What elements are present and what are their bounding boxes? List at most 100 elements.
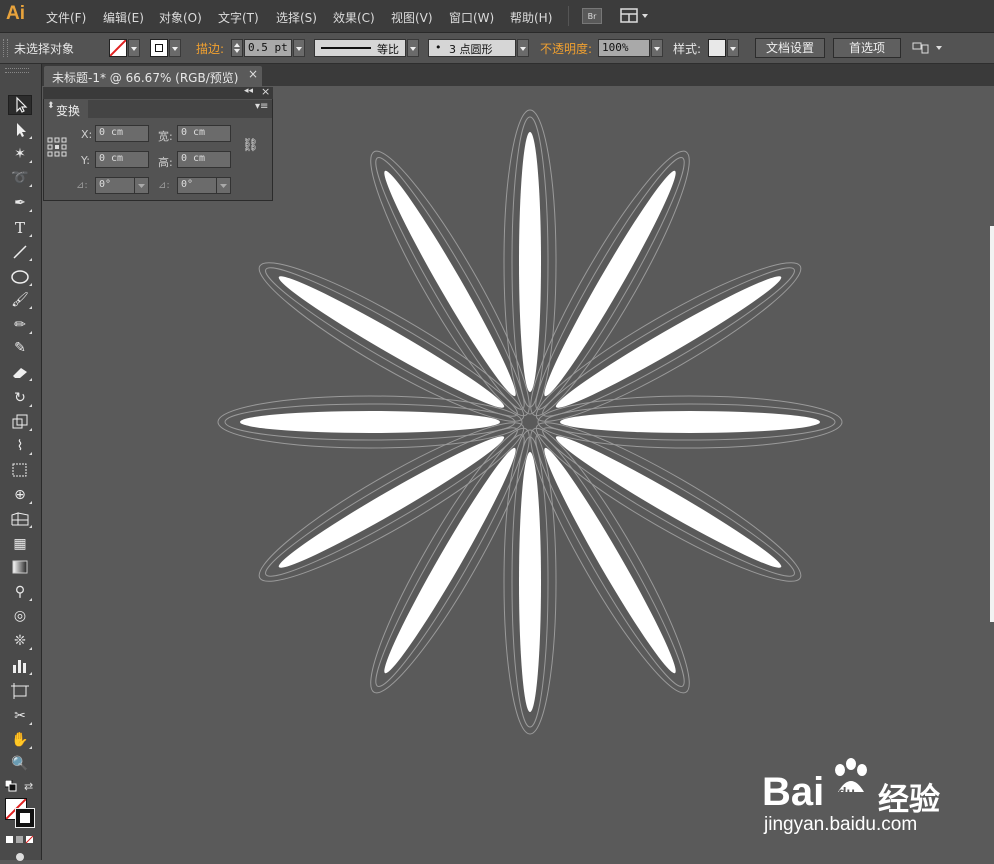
petal[interactable] <box>503 109 557 415</box>
stroke-weight-input[interactable]: 0.5 pt <box>244 39 292 57</box>
shape-builder-tool-icon[interactable]: ⊕ <box>8 485 32 505</box>
constrain-proportions-icon[interactable]: ⛓ <box>242 138 259 153</box>
line-segment-tool-icon[interactable] <box>8 242 32 262</box>
menu-help[interactable]: 帮助(H) <box>510 9 552 26</box>
stroke-label[interactable]: 描边: <box>196 40 224 57</box>
brush-definition[interactable]: • 3 点圆形 <box>428 39 516 57</box>
lasso-tool-icon[interactable]: ➰ <box>8 168 32 188</box>
rotate-input[interactable]: 0° <box>95 177 135 194</box>
petal[interactable] <box>351 139 548 428</box>
flower-artwork[interactable] <box>217 109 843 735</box>
width-input[interactable]: 0 cm <box>177 125 231 142</box>
magic-wand-tool-icon[interactable]: ✶ <box>8 144 32 164</box>
eraser-tool-icon[interactable] <box>8 362 32 382</box>
menu-view[interactable]: 视图(V) <box>391 9 433 26</box>
stroke-swatch[interactable] <box>150 39 168 57</box>
default-colors-icon[interactable] <box>4 779 17 792</box>
draw-mode-icon[interactable] <box>14 850 26 861</box>
tools-panel-grip[interactable] <box>5 68 29 73</box>
transform-panel-titlebar[interactable] <box>43 87 273 99</box>
pencil-tool-icon[interactable]: ✏ <box>8 315 32 335</box>
shear-input[interactable]: 0° <box>177 177 217 194</box>
petal[interactable] <box>247 243 536 440</box>
menu-object[interactable]: 对象(O) <box>159 9 202 26</box>
profile-dropdown[interactable] <box>407 39 419 57</box>
blob-brush-tool-icon[interactable]: ✎ <box>8 338 32 358</box>
bridge-button[interactable]: Br <box>582 8 602 24</box>
slice-tool-icon[interactable]: ✂ <box>8 706 32 726</box>
y-input[interactable]: 0 cm <box>95 151 149 168</box>
perspective-grid-tool-icon[interactable] <box>8 509 32 529</box>
stroke-color-icon[interactable] <box>15 808 35 828</box>
blend-tool-icon[interactable]: ◎ <box>8 606 32 626</box>
ellipse-tool-icon[interactable] <box>8 267 32 287</box>
reference-point-icon[interactable] <box>47 137 67 160</box>
menu-file[interactable]: 文件(F) <box>46 9 86 26</box>
direct-selection-tool-icon[interactable] <box>8 120 32 140</box>
petal[interactable] <box>247 403 536 600</box>
x-input[interactable]: 0 cm <box>95 125 149 142</box>
column-graph-tool-icon[interactable] <box>8 656 32 676</box>
menu-window[interactable]: 窗口(W) <box>449 9 494 26</box>
stroke-weight-stepper[interactable] <box>231 39 243 57</box>
width-tool-icon[interactable]: ⌇ <box>8 436 32 456</box>
petal[interactable] <box>217 395 523 449</box>
style-dropdown[interactable] <box>727 39 739 57</box>
menu-select[interactable]: 选择(S) <box>276 9 317 26</box>
opacity-dropdown[interactable] <box>651 39 663 57</box>
selection-tool-icon[interactable] <box>8 95 32 115</box>
petal[interactable] <box>351 416 548 705</box>
transform-panel-title[interactable]: 变换 <box>56 102 80 119</box>
eyedropper-tool-icon[interactable]: ⚲ <box>8 582 32 602</box>
document-tab-title[interactable]: 未标题-1* @ 66.67% (RGB/预览) <box>52 69 238 86</box>
petal[interactable] <box>524 403 813 600</box>
color-mode-buttons[interactable] <box>6 834 36 848</box>
gradient-tool-icon[interactable] <box>8 557 32 577</box>
mesh-tool-icon[interactable]: ▦ <box>8 534 32 554</box>
control-panel-menu-button[interactable] <box>912 40 946 56</box>
variable-width-profile[interactable]: 等比 <box>314 39 406 57</box>
watermark-paw-text: du <box>838 784 856 800</box>
stroke-weight-dropdown[interactable] <box>293 39 305 57</box>
paintbrush-tool-icon[interactable]: 🖌 <box>8 290 32 310</box>
collapse-panel-icon[interactable]: ◂◂ <box>244 86 253 96</box>
chevron-down-icon <box>220 184 227 188</box>
hand-tool-icon[interactable]: ✋ <box>8 730 32 750</box>
brush-dropdown[interactable] <box>517 39 529 57</box>
shear-dropdown[interactable] <box>216 177 231 194</box>
petal[interactable] <box>511 416 708 705</box>
petal[interactable] <box>503 429 557 735</box>
menu-effect[interactable]: 效果(C) <box>333 9 375 26</box>
panel-toggle-icon[interactable]: ⬍ <box>47 101 55 111</box>
height-input[interactable]: 0 cm <box>177 151 231 168</box>
control-bar-grip[interactable] <box>3 39 8 57</box>
fill-dropdown[interactable] <box>128 39 140 57</box>
menu-type[interactable]: 文字(T) <box>218 9 259 26</box>
petal[interactable] <box>511 139 708 428</box>
opacity-input[interactable]: 100% <box>598 39 650 57</box>
fill-swatch[interactable] <box>109 39 127 57</box>
zoom-tool-icon[interactable]: 🔍 <box>8 754 32 774</box>
arrange-documents-button[interactable] <box>620 8 652 24</box>
stroke-dropdown[interactable] <box>169 39 181 57</box>
close-icon[interactable]: × <box>248 67 258 81</box>
opacity-label[interactable]: 不透明度: <box>540 40 592 57</box>
artboard-icon <box>11 683 29 699</box>
free-transform-tool-icon[interactable] <box>8 460 32 480</box>
preferences-button[interactable]: 首选项 <box>833 38 901 58</box>
petal[interactable] <box>524 243 813 440</box>
document-setup-button[interactable]: 文档设置 <box>755 38 825 58</box>
scale-tool-icon[interactable] <box>8 412 32 432</box>
symbol-sprayer-tool-icon[interactable]: ❊ <box>8 631 32 651</box>
graphic-style-swatch[interactable] <box>708 39 726 57</box>
menu-edit[interactable]: 编辑(E) <box>103 9 144 26</box>
pen-tool-icon[interactable]: ✒ <box>8 193 32 213</box>
swap-colors-icon[interactable]: ⇄ <box>24 780 33 793</box>
close-panel-icon[interactable]: × <box>261 85 270 98</box>
rotate-dropdown[interactable] <box>134 177 149 194</box>
artboard-tool-icon[interactable] <box>8 681 32 701</box>
rotate-tool-icon[interactable]: ↻ <box>8 388 32 408</box>
type-tool-icon[interactable]: T <box>8 218 32 238</box>
petal[interactable] <box>537 395 843 449</box>
panel-menu-icon[interactable]: ▾≡ <box>255 101 268 112</box>
